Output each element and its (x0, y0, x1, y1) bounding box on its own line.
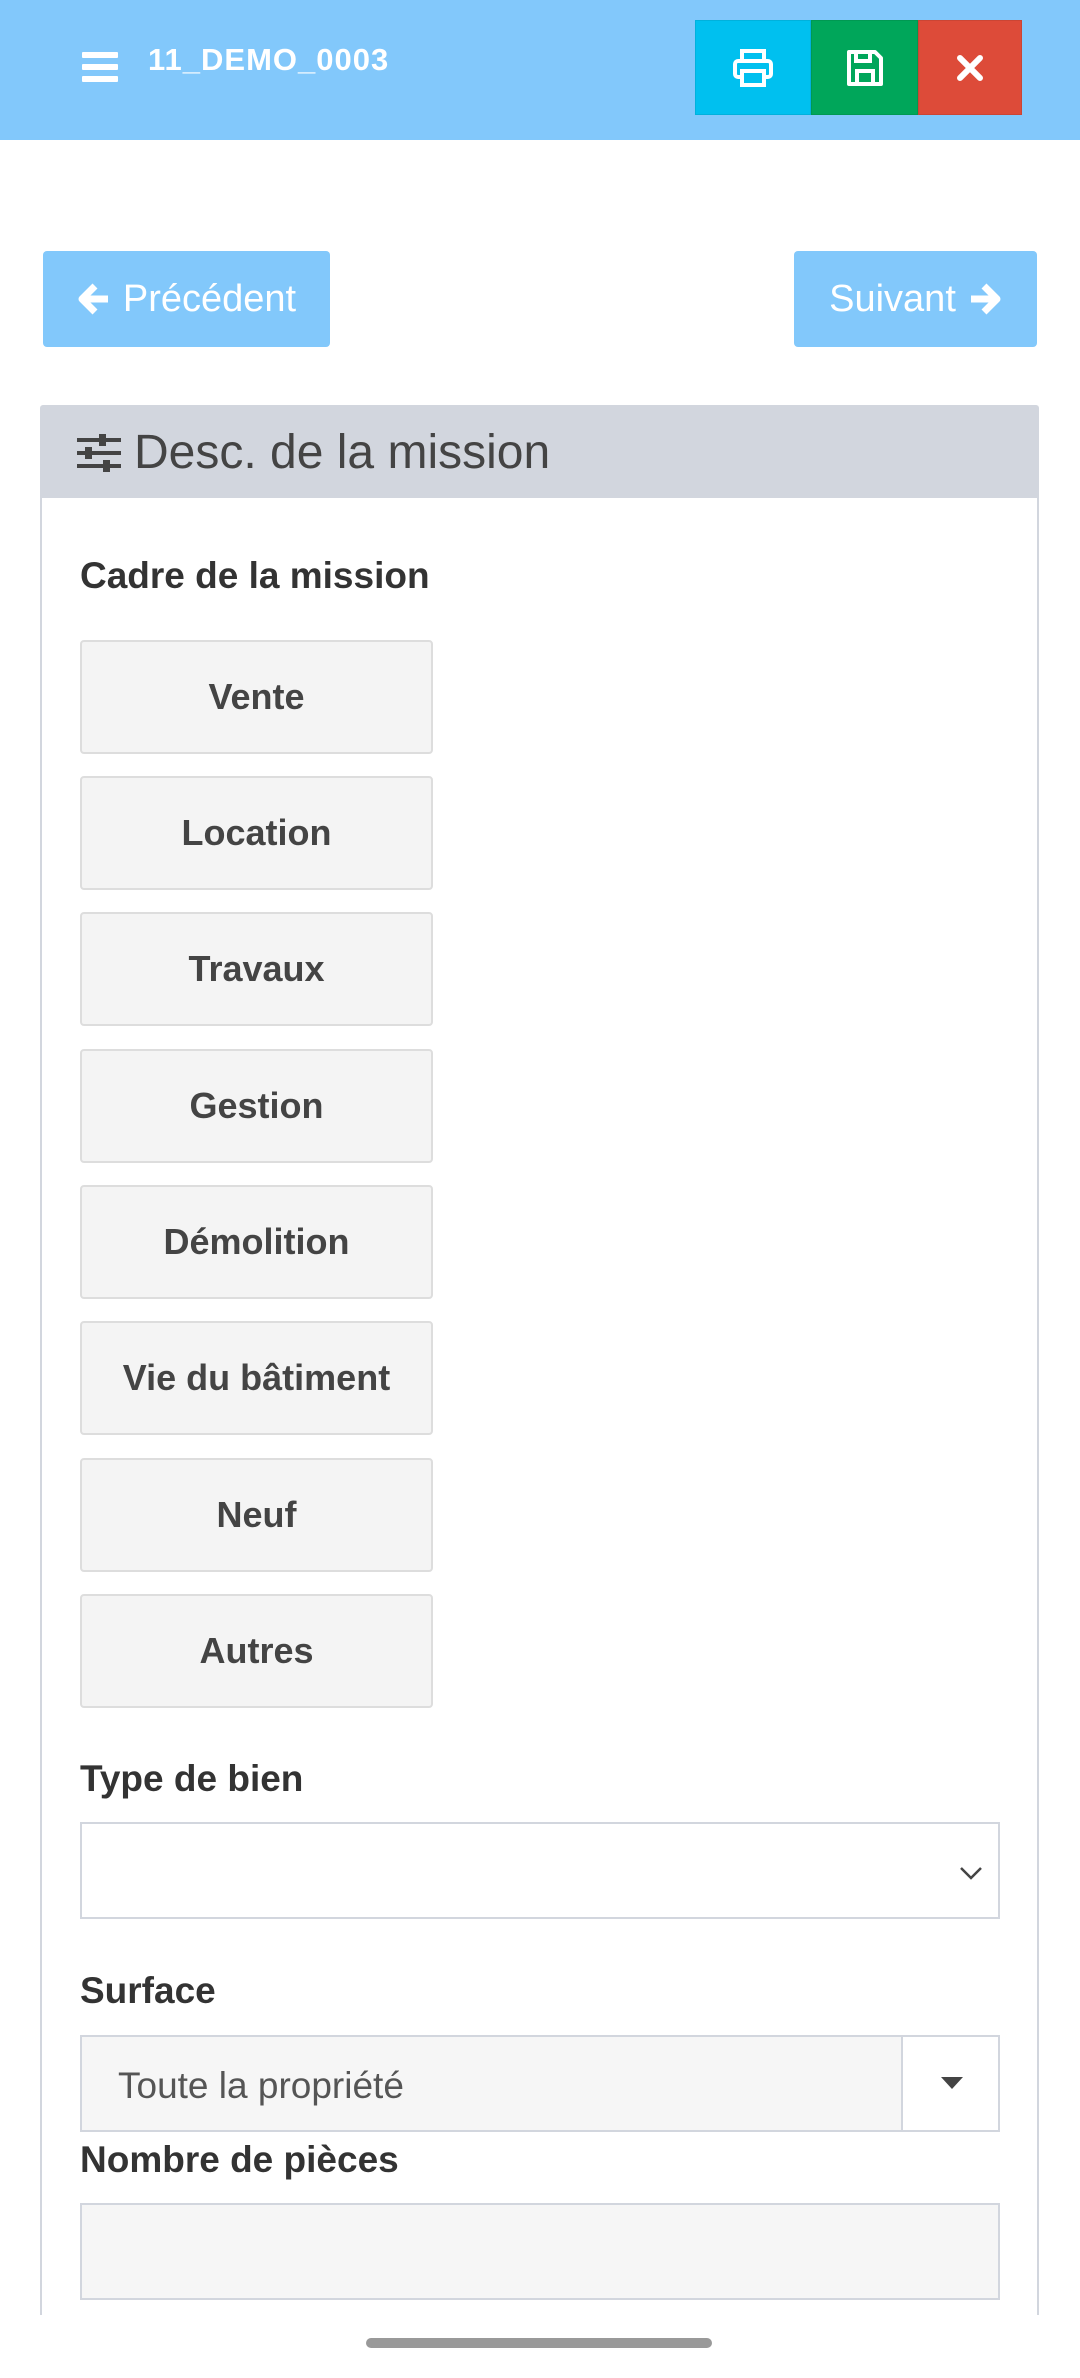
print-button[interactable] (695, 20, 811, 115)
type-de-bien-label: Type de bien (80, 1758, 304, 1799)
nombre-de-pieces-input[interactable] (80, 2203, 1000, 2300)
app-title: 11_DEMO_0003 (148, 42, 390, 77)
printer-icon (733, 48, 773, 87)
option-vente-button[interactable]: Vente (80, 640, 433, 754)
surface-select[interactable]: Toute la propriété (80, 2035, 1000, 2132)
hamburger-icon[interactable] (82, 52, 118, 82)
panel-title: Desc. de la mission (134, 426, 551, 479)
sliders-icon (77, 434, 121, 472)
option-demolition-button[interactable]: Démolition (80, 1185, 433, 1299)
panel-header: Desc. de la mission (42, 407, 1037, 498)
save-button[interactable] (811, 20, 918, 115)
type-de-bien-select[interactable] (80, 1822, 1000, 1919)
option-autres-button[interactable]: Autres (80, 1594, 433, 1708)
option-location-button[interactable]: Location (80, 776, 433, 890)
nombre-de-pieces-label: Nombre de pièces (80, 2139, 399, 2180)
option-neuf-button[interactable]: Neuf (80, 1458, 433, 1572)
home-indicator[interactable] (366, 2338, 712, 2348)
next-label: Suivant (829, 277, 956, 320)
arrow-left-icon (78, 283, 108, 315)
option-gestion-button[interactable]: Gestion (80, 1049, 433, 1163)
option-travaux-button[interactable]: Travaux (80, 912, 433, 1026)
surface-value: Toute la propriété (118, 2065, 404, 2106)
surface-dropdown-toggle[interactable] (901, 2037, 998, 2130)
previous-label: Précédent (122, 277, 297, 320)
option-vie-du-batiment-button[interactable]: Vie du bâtiment (80, 1321, 433, 1435)
caret-down-icon (941, 2077, 963, 2089)
floppy-disk-icon (846, 49, 883, 86)
previous-button[interactable]: Précédent (43, 251, 330, 347)
top-app-bar: 11_DEMO_0003 (0, 0, 1080, 140)
close-x-icon (957, 54, 983, 81)
surface-label: Surface (80, 1970, 216, 2011)
close-button[interactable] (918, 20, 1022, 115)
next-button[interactable]: Suivant (794, 251, 1037, 347)
cadre-label: Cadre de la mission (80, 555, 430, 596)
chevron-down-icon (960, 1867, 982, 1880)
arrow-right-icon (970, 283, 1001, 315)
